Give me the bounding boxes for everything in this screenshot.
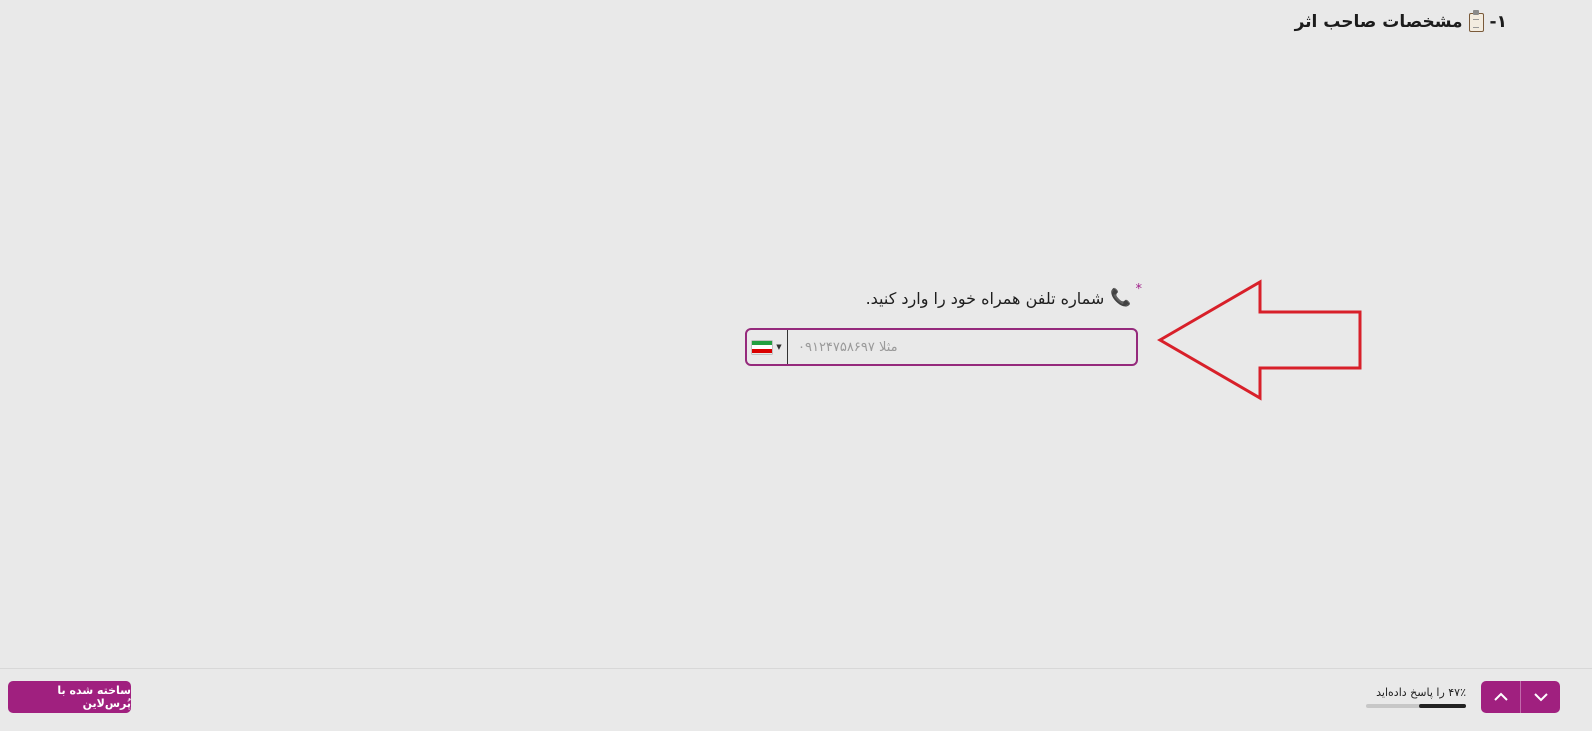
previous-question-button[interactable]	[1481, 681, 1520, 713]
section-title-text: مشخصات صاحب اثر	[1294, 12, 1463, 32]
chevron-down-icon	[1533, 693, 1548, 702]
section-number: ۱-	[1489, 12, 1507, 32]
pointer-arrow	[1157, 279, 1362, 401]
progress-indicator: ۴۷٪ را پاسخ داده‌اید	[1366, 686, 1466, 708]
chevron-up-icon	[1493, 692, 1508, 701]
phone-input[interactable]	[787, 330, 1136, 364]
clipboard-icon	[1468, 9, 1484, 32]
iran-flag-icon	[752, 340, 773, 354]
phone-icon: 📞	[1110, 288, 1132, 308]
brand-label: ساخته شده با پُرس‌لاین	[57, 684, 131, 710]
question-text: شماره تلفن همراه خود را وارد کنید.	[865, 288, 1105, 308]
navigation-buttons	[1481, 681, 1560, 713]
phone-field: ▼	[745, 328, 1138, 366]
required-asterisk: *	[1135, 281, 1143, 297]
progress-bar	[1366, 704, 1466, 708]
footer-divider	[0, 668, 1592, 669]
caret-down-icon: ▼	[776, 343, 782, 351]
progress-fill	[1419, 704, 1466, 708]
progress-text: ۴۷٪ را پاسخ داده‌اید	[1376, 686, 1466, 699]
next-question-button[interactable]	[1520, 681, 1560, 713]
question-label: * 📞 شماره تلفن همراه خود را وارد کنید.	[865, 282, 1142, 309]
brand-button[interactable]: ساخته شده با پُرس‌لاین	[8, 681, 131, 713]
section-title: ۱- مشخصات صاحب اثر	[1294, 9, 1507, 32]
country-select[interactable]: ▼	[747, 330, 787, 364]
